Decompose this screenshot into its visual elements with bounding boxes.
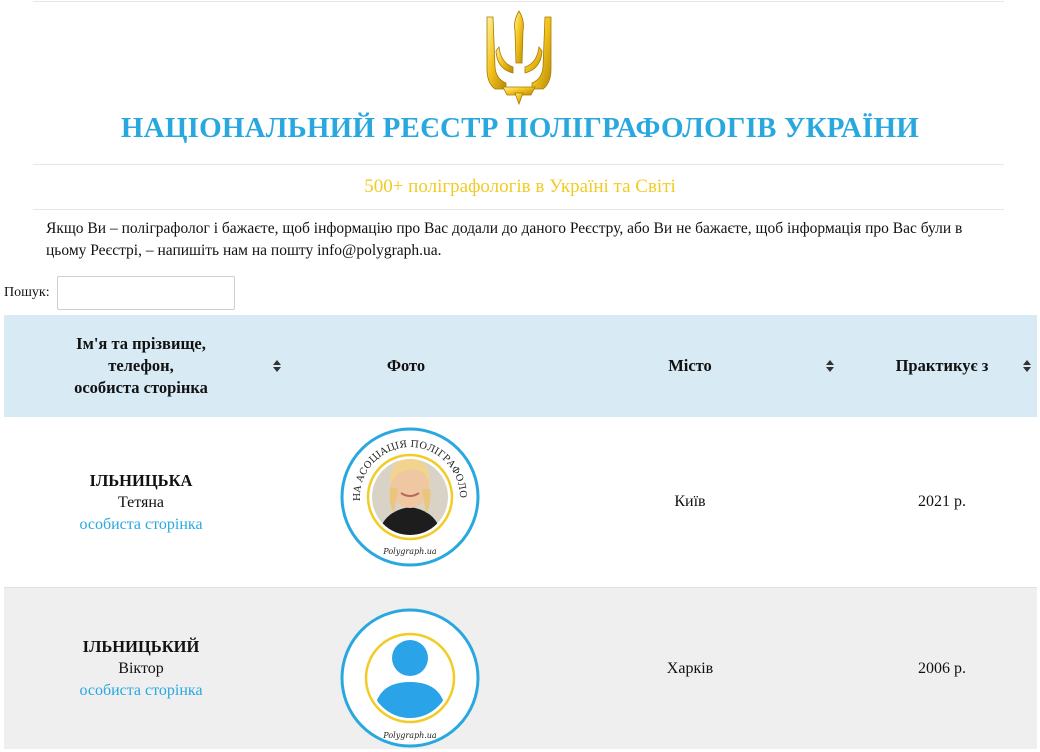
sort-icon[interactable] [825, 359, 835, 373]
column-header-practice-since[interactable]: Практикує з [842, 315, 1040, 417]
portrait-photo: НАЦІОНАЛЬНА АСОЦІАЦІЯ ПОЛІГРАФОЛОГІВ УКР… [336, 418, 480, 567]
table-row: ІЛЬНИЦЬКИЙ Віктор особиста сторінка Poly… [4, 587, 1037, 749]
table-row: ІЛЬНИЦЬКА Тетяна особиста сторінка НА АС… [4, 417, 1037, 587]
name-cell: ІЛЬНИЦЬКИЙ Віктор особиста сторінка [4, 588, 278, 749]
name-cell: ІЛЬНИЦЬКА Тетяна особиста сторінка [4, 417, 278, 587]
first-name: Віктор [118, 660, 164, 677]
city-cell: Харків [666, 659, 714, 677]
top-divider [33, 1, 1004, 2]
page-subtitle: 500+ поліграфологів в Україні та Світі [364, 176, 676, 197]
search-bar: Пошук: [4, 275, 235, 311]
column-header-photo: Фото [386, 356, 426, 375]
first-name: Тетяна [117, 493, 165, 511]
column-header-name[interactable]: Ім'я та прізвище, телефон, особиста стор… [4, 315, 278, 417]
subtitle-divider [33, 209, 1004, 210]
title-divider [33, 164, 1004, 165]
sort-icon[interactable] [272, 359, 282, 373]
city-cell: Київ [674, 493, 706, 510]
column-header-name-line3: особиста сторінка [74, 378, 208, 397]
intro-text: Якщо Ви – поліграфолог і бажаєте, щоб ін… [46, 220, 963, 259]
search-input[interactable] [56, 276, 235, 310]
column-header-city[interactable]: Місто [590, 315, 790, 417]
column-header-name-line2: телефон, [108, 356, 174, 375]
surname: ІЛЬНИЦЬКА [89, 470, 193, 490]
surname: ІЛЬНИЦЬКИЙ [82, 637, 200, 656]
table-header: Ім'я та прізвище, телефон, особиста стор… [4, 315, 1037, 417]
personal-page-link[interactable]: особиста сторінка [79, 680, 202, 702]
practice-since-cell: 2021 р. [918, 493, 966, 510]
badge-text-bottom: Polygraph.ua [382, 731, 437, 740]
avatar-placeholder-icon: Polygraph.ua [340, 608, 480, 748]
badge-text-bottom: Polygraph.ua [382, 547, 437, 556]
ukraine-trident-icon [473, 7, 565, 105]
practice-since-cell: 2006 р. [918, 659, 966, 677]
personal-page-link[interactable]: особиста сторінка [79, 514, 202, 536]
column-header-name-line1: Ім'я та прізвище, [76, 334, 206, 353]
page-title: НАЦІОНАЛЬНИЙ РЕЄСТР ПОЛІГРАФОЛОГІВ УКРАЇ… [120, 112, 920, 144]
sort-icon[interactable] [1022, 359, 1032, 373]
search-label: Пошук: [4, 285, 50, 300]
